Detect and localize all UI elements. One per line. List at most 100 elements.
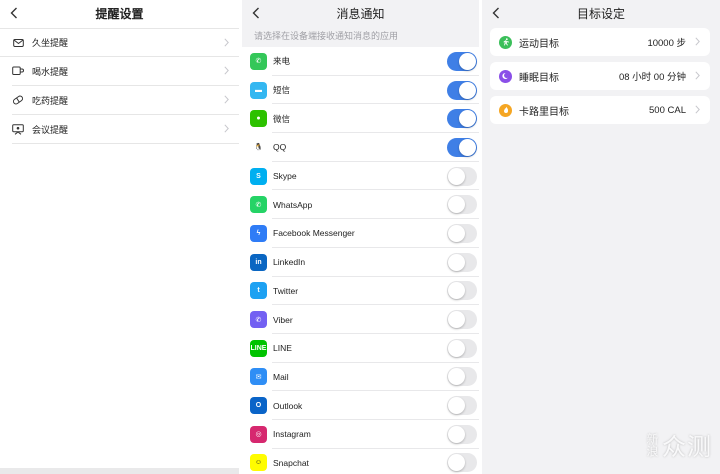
reminder-item-water[interactable]: 喝水提醒 <box>12 57 239 86</box>
mail-icon: ✉ <box>250 368 267 386</box>
toggle-knob <box>448 282 465 300</box>
chevron-right-icon <box>224 91 229 109</box>
app-label: Mail <box>273 371 289 382</box>
toggle-knob <box>448 167 465 185</box>
app-label: WhatsApp <box>273 199 313 210</box>
notification-row-whatsapp: ✆ WhatsApp <box>242 190 479 220</box>
back-chevron-icon[interactable] <box>492 2 508 24</box>
linkedin-icon: in <box>250 253 267 271</box>
app-label: LINE <box>273 343 292 354</box>
page-title: 提醒设置 <box>95 7 144 21</box>
phone-toggle[interactable] <box>447 51 477 71</box>
bottom-strip <box>0 468 239 474</box>
toggle-knob <box>448 425 465 443</box>
whatsapp-toggle[interactable] <box>447 195 477 215</box>
toggle-knob <box>459 81 476 99</box>
whatsapp-icon: ✆ <box>250 196 267 214</box>
goal-card-exercise[interactable]: 运动目标 10000 步 <box>490 28 710 56</box>
reminder-label: 吃药提醒 <box>32 95 69 106</box>
facebook-messenger-toggle[interactable] <box>447 223 477 243</box>
goal-value: 08 小时 00 分钟 <box>618 72 686 83</box>
watermark: 新浪 众测 <box>645 427 712 462</box>
snapchat-toggle[interactable] <box>447 453 477 473</box>
twitter-icon: t <box>250 282 267 300</box>
notification-row-skype: S Skype <box>242 162 479 191</box>
wechat-icon: ● <box>250 110 267 128</box>
reminder-item-meeting[interactable]: 会议提醒 <box>12 115 239 144</box>
goal-card-calories[interactable]: 卡路里目标 500 CAL <box>490 96 710 124</box>
notification-row-qq: 🐧 QQ <box>242 133 479 162</box>
watermark-small: 新浪 <box>645 432 659 457</box>
linkedin-toggle[interactable] <box>447 252 477 272</box>
mail-toggle[interactable] <box>447 367 477 387</box>
app-label: Instagram <box>273 429 311 440</box>
toggle-knob <box>459 52 476 70</box>
notification-row-mail: ✉ Mail <box>242 363 479 392</box>
reminder-list: 久坐提醒 喝水提醒 吃药提醒 会议提醒 <box>0 28 239 144</box>
qq-icon: 🐧 <box>250 138 267 156</box>
toggle-knob <box>459 138 476 156</box>
notifications-header: 消息通知 <box>242 0 479 28</box>
wechat-toggle[interactable] <box>447 109 477 129</box>
notification-row-phone: ✆ 来电 <box>242 47 479 76</box>
notification-app-list: ✆ 来电 ▬ 短信 ● 微信 🐧 QQ S Skype ✆ WhatsApp ϟ Facebook Mes… <box>242 47 479 474</box>
chevron-right-icon <box>224 62 229 80</box>
skype-toggle[interactable] <box>447 166 477 186</box>
reminder-item-sedentary[interactable]: 久坐提醒 <box>0 28 239 57</box>
notification-row-linkedin: in LinkedIn <box>242 248 479 277</box>
app-label: 短信 <box>273 85 291 96</box>
goal-value: 500 CAL <box>649 104 686 116</box>
line-toggle[interactable] <box>447 338 477 358</box>
goal-settings-panel: 目标设定 运动目标 10000 步 睡眠目标 08 小时 00 分钟 卡路里目标… <box>482 0 720 474</box>
pill-icon <box>12 94 24 106</box>
qq-toggle[interactable] <box>447 137 477 157</box>
notification-row-snapchat: ☺ Snapchat <box>242 449 479 474</box>
chevron-right-icon <box>224 34 229 52</box>
facebook-messenger-icon: ϟ <box>250 224 267 242</box>
notification-row-viber: ✆ Viber <box>242 305 479 334</box>
back-chevron-icon[interactable] <box>10 2 26 24</box>
snapchat-icon: ☺ <box>250 454 267 472</box>
reminder-label: 喝水提醒 <box>32 66 69 77</box>
toggle-knob <box>448 253 465 271</box>
watermark-big: 众测 <box>662 434 712 461</box>
phone-icon: ✆ <box>250 52 267 70</box>
sms-icon: ▬ <box>250 81 267 99</box>
app-label: Outlook <box>273 400 303 411</box>
toggle-knob <box>448 196 465 214</box>
viber-toggle[interactable] <box>447 310 477 330</box>
goal-card-sleep[interactable]: 睡眠目标 08 小时 00 分钟 <box>490 62 710 90</box>
outlook-toggle[interactable] <box>447 396 477 416</box>
app-label: Snapchat <box>273 457 309 468</box>
reminder-item-medicine[interactable]: 吃药提醒 <box>12 86 239 115</box>
app-label: LinkedIn <box>273 257 306 268</box>
app-label: 来电 <box>273 56 291 67</box>
sms-toggle[interactable] <box>447 80 477 100</box>
reminder-header: 提醒设置 <box>0 0 239 28</box>
skype-icon: S <box>250 167 267 185</box>
app-label: Twitter <box>273 285 299 296</box>
twitter-toggle[interactable] <box>447 281 477 301</box>
notification-row-facebook-messenger: ϟ Facebook Messenger <box>242 219 479 248</box>
reminder-label: 久坐提醒 <box>32 38 69 48</box>
envelope-icon <box>12 37 24 49</box>
notifications-hint: 请选择在设备端接收通知消息的应用 <box>254 31 399 41</box>
instagram-toggle[interactable] <box>447 424 477 444</box>
chevron-right-icon <box>695 67 700 85</box>
chevron-right-icon <box>695 33 700 51</box>
app-label: 微信 <box>273 113 291 124</box>
notification-row-twitter: t Twitter <box>242 277 479 306</box>
notifications-panel: 消息通知 请选择在设备端接收通知消息的应用 ✆ 来电 ▬ 短信 ● 微信 🐧 QQ S Skype… <box>242 0 479 474</box>
chevron-right-icon <box>224 120 229 138</box>
back-chevron-icon[interactable] <box>252 2 268 24</box>
toggle-knob <box>448 224 465 242</box>
goal-value: 10000 步 <box>647 38 686 49</box>
goal-header: 目标设定 <box>482 0 720 28</box>
moon-icon <box>499 69 512 83</box>
instagram-icon: ◎ <box>250 425 267 443</box>
goal-label: 睡眠目标 <box>519 72 559 84</box>
viber-icon: ✆ <box>250 311 267 329</box>
toggle-knob <box>448 339 465 357</box>
app-label: Viber <box>273 314 293 325</box>
app-label: Skype <box>273 171 297 182</box>
